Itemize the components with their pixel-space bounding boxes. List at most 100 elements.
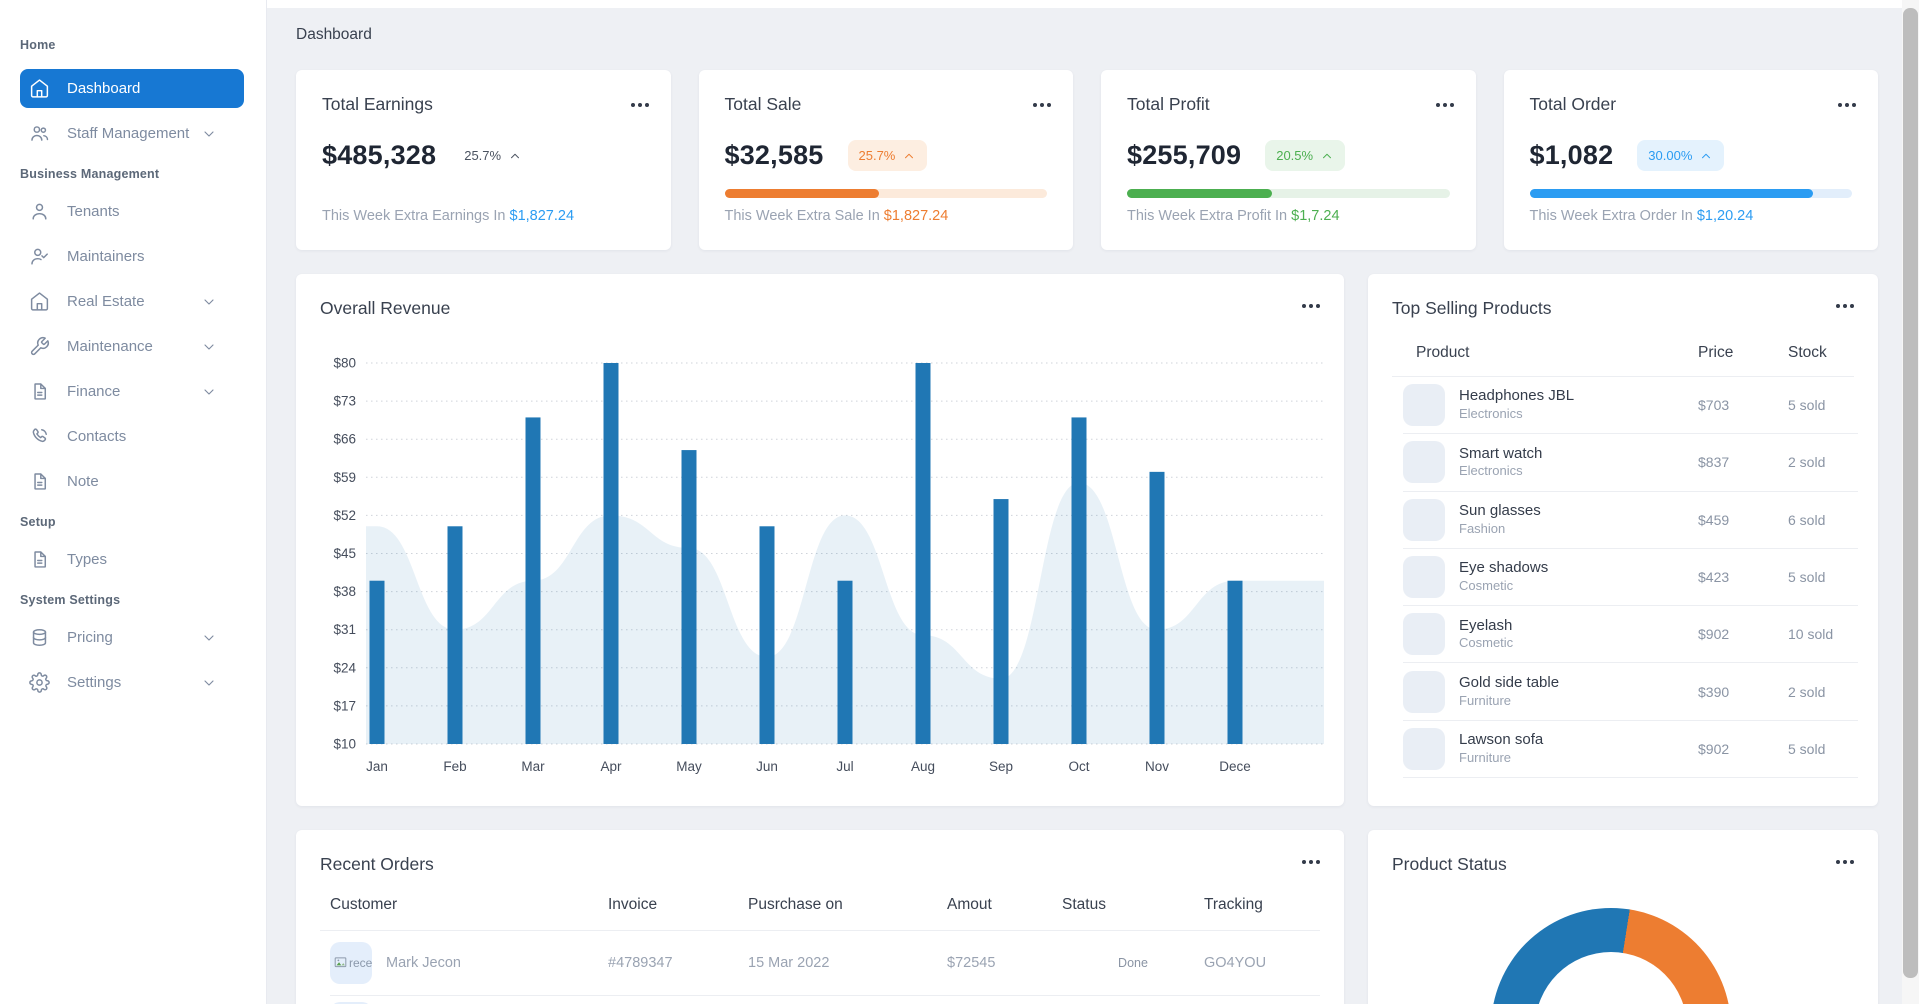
- stat-card-amount: $1,827.24: [883, 208, 949, 224]
- svg-text:Jul: Jul: [836, 759, 853, 774]
- chevron-up-icon: [1320, 149, 1334, 163]
- order-row-mark-jecon[interactable]: rece Mark Jecon #4789347 15 Mar 2022 $72…: [330, 930, 1320, 996]
- revenue-panel-title: Overall Revenue: [320, 298, 451, 318]
- product-name: Smart watch: [1459, 444, 1543, 462]
- column-invoice: Invoice: [608, 896, 658, 913]
- product-price: $459: [1698, 511, 1730, 528]
- staff-icon: [29, 123, 50, 144]
- svg-text:Feb: Feb: [443, 759, 466, 774]
- stat-card-title: Total Order: [1529, 94, 1617, 114]
- order-status: Done: [1118, 955, 1148, 970]
- sidebar-section-setup: Setup: [20, 515, 56, 529]
- sidebar-item-label: Maintenance: [67, 338, 153, 355]
- sidebar-item-types[interactable]: Types: [20, 540, 244, 579]
- product-row-eyelash[interactable]: Eyelash Cosmetic $902 10 sold: [1403, 606, 1858, 664]
- product-category: Electronics: [1459, 406, 1523, 422]
- product-stock: 5 sold: [1788, 397, 1826, 414]
- product-thumbnail: [1403, 556, 1445, 599]
- sidebar-item-note[interactable]: Note: [20, 462, 244, 501]
- product-category: Cosmetic: [1459, 635, 1514, 651]
- sidebar-item-settings[interactable]: Settings: [20, 663, 244, 702]
- product-price: $423: [1698, 569, 1730, 586]
- sidebar-item-pricing[interactable]: Pricing: [20, 618, 244, 657]
- svg-text:$45: $45: [333, 546, 356, 561]
- scrollbar-thumb[interactable]: [1903, 8, 1918, 978]
- sidebar-item-contacts[interactable]: Contacts: [20, 417, 244, 456]
- stat-card-description: This Week Extra Sale In $1,827.24: [724, 208, 949, 224]
- order-customer: Mark Jecon: [386, 954, 461, 971]
- svg-text:$52: $52: [333, 508, 356, 523]
- document-icon: [29, 549, 50, 570]
- product-status-panel: Product Status: [1368, 830, 1878, 1004]
- svg-text:$80: $80: [333, 356, 356, 371]
- stat-card-total-profit: Total Profit $255,709 20.5% This Week Ext…: [1101, 70, 1476, 250]
- main-content: Dashboard Total Earnings $485,328 25.7% T…: [267, 0, 1902, 1004]
- document-icon: [29, 471, 50, 492]
- revenue-bar-chart: $10 $17 $24 $31 $38 $45 $52 $59 $66 $73 $80 Jan Feb M…: [333, 356, 1324, 774]
- sidebar-item-finance[interactable]: Finance: [20, 372, 244, 411]
- product-row-headphones-jbl[interactable]: Headphones JBL Electronics $703 5 sold: [1403, 377, 1858, 435]
- sidebar-item-tenants[interactable]: Tenants: [20, 192, 244, 231]
- stat-card-value: $485,328: [322, 140, 437, 170]
- product-row-sun-glasses[interactable]: Sun glasses Fashion $459 6 sold: [1403, 492, 1858, 549]
- percent-badge: 20.5%: [1265, 140, 1346, 171]
- status-menu-dots-icon[interactable]: [1831, 856, 1856, 868]
- stat-card-value: $255,709: [1127, 140, 1242, 170]
- home-icon: [29, 78, 50, 99]
- column-pusrchase-on: Pusrchase on: [748, 896, 843, 913]
- product-row-lawson-sofa[interactable]: Lawson sofa Furniture $902 5 sold: [1403, 721, 1858, 779]
- sidebar-item-label: Dashboard: [67, 80, 141, 97]
- progress-bar: [1127, 189, 1450, 198]
- svg-text:Oct: Oct: [1068, 759, 1089, 774]
- product-row-gold-side-table[interactable]: Gold side table Furniture $390 2 sold: [1403, 663, 1858, 721]
- stat-card-menu-dots-icon[interactable]: [1028, 99, 1053, 111]
- svg-text:Aug: Aug: [911, 759, 935, 774]
- sidebar-item-label: Types: [67, 551, 108, 568]
- column-price: Price: [1698, 344, 1734, 361]
- product-price: $902: [1698, 626, 1730, 643]
- stat-card-menu-dots-icon[interactable]: [626, 99, 651, 111]
- product-thumbnail: [1403, 498, 1445, 541]
- sidebar-item-maintainers[interactable]: Maintainers: [20, 237, 244, 276]
- svg-text:May: May: [676, 759, 702, 774]
- progress-bar: [1529, 189, 1852, 198]
- column-status: Status: [1062, 896, 1106, 913]
- chevron-down-icon: [201, 675, 217, 691]
- stat-card-description: This Week Extra Order In $1,20.24: [1529, 208, 1754, 224]
- sidebar-item-label: Staff Management: [67, 125, 190, 142]
- product-row-eye-shadows[interactable]: Eye shadows Cosmetic $423 5 sold: [1403, 549, 1858, 607]
- stat-card-title: Total Profit: [1127, 94, 1210, 114]
- sidebar-item-dashboard[interactable]: Dashboard: [20, 69, 244, 108]
- stat-card-description: This Week Extra Earnings In $1,827.24: [322, 208, 575, 224]
- stat-card-menu-dots-icon[interactable]: [1431, 99, 1456, 111]
- svg-text:$17: $17: [333, 698, 356, 713]
- sidebar-item-label: Note: [67, 473, 99, 490]
- sidebar-item-maintenance[interactable]: Maintenance: [20, 327, 244, 366]
- product-category: Furniture: [1459, 749, 1512, 765]
- stat-card-value: $32,585: [724, 140, 824, 170]
- sidebar-item-staff-management[interactable]: Staff Management: [20, 114, 244, 153]
- column-customer: Customer: [330, 896, 398, 913]
- revenue-menu-dots-icon[interactable]: [1297, 300, 1322, 312]
- products-menu-dots-icon[interactable]: [1831, 300, 1856, 312]
- stat-card-title: Total Sale: [724, 94, 802, 114]
- orders-menu-dots-icon[interactable]: [1297, 856, 1322, 868]
- status-panel-title: Product Status: [1392, 854, 1507, 874]
- order-invoice: #4789347: [608, 954, 673, 971]
- recent-orders-panel: Recent Orders Customer Invoice Pusrchase o…: [296, 830, 1344, 1004]
- percent-badge: 25.7%: [464, 148, 522, 163]
- wrench-icon: [29, 336, 50, 357]
- product-thumbnail: [1403, 613, 1445, 656]
- order-row-partial[interactable]: [330, 996, 1320, 1004]
- sidebar-item-real-estate[interactable]: Real Estate: [20, 282, 244, 321]
- svg-text:$24: $24: [333, 660, 356, 675]
- product-row-smart-watch[interactable]: Smart watch Electronics $837 2 sold: [1403, 434, 1858, 492]
- product-name: Lawson sofa: [1459, 731, 1544, 749]
- svg-text:Apr: Apr: [600, 759, 622, 774]
- person-check-icon: [29, 246, 50, 267]
- stat-card-amount: $1,20.24: [1696, 208, 1754, 224]
- stat-card-menu-dots-icon[interactable]: [1833, 99, 1858, 111]
- svg-text:Sep: Sep: [989, 759, 1013, 774]
- sidebar-item-label: Contacts: [67, 428, 127, 445]
- orders-table-header: Customer Invoice Pusrchase on Amout Status Tr…: [330, 896, 1320, 914]
